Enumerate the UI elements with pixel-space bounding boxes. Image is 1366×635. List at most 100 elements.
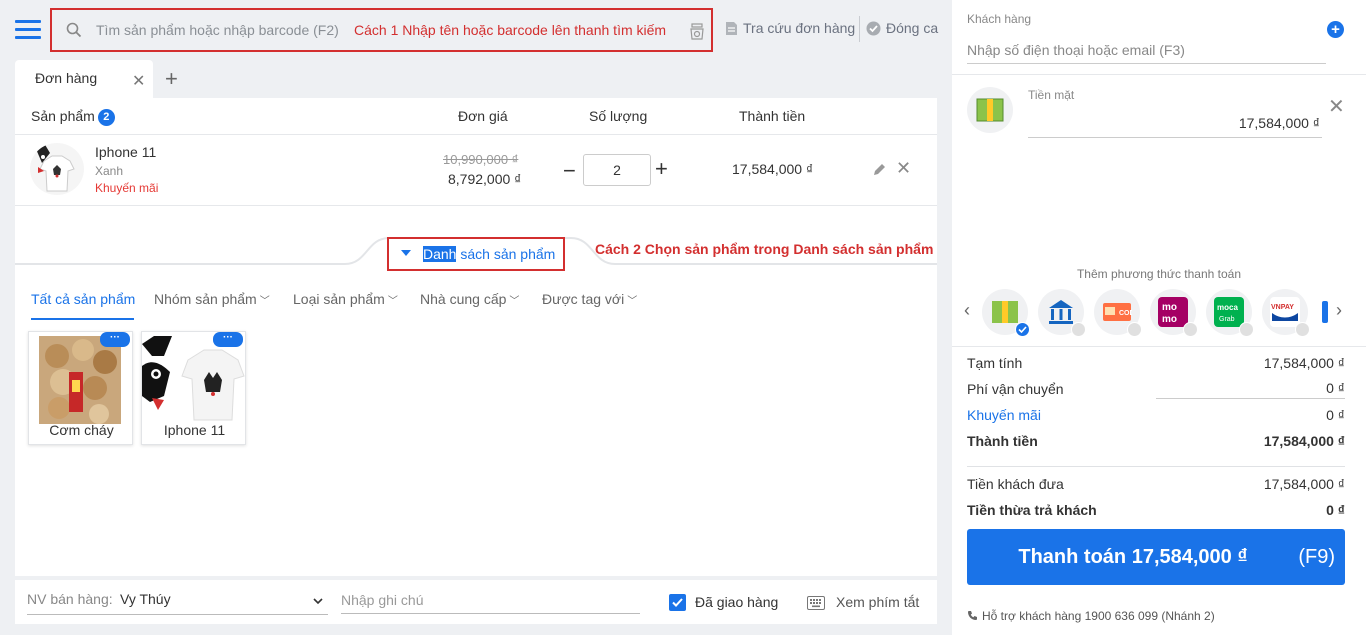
add-tab-button[interactable]: + [165,66,178,92]
svg-text:mo: mo [1162,302,1177,313]
svg-text:moca: moca [1217,303,1238,312]
cod-icon: COD [1102,297,1135,327]
filter-all-products[interactable]: Tất cả sản phẩm [31,291,135,307]
col-product: Sản phẩm 2 [31,108,115,126]
more-options-icon[interactable]: ··· [100,332,130,347]
checkout-panel: Khách hàng + Tiền mặt ✕ Thêm phương thức… [952,0,1366,635]
svg-text:Grab: Grab [1219,316,1235,323]
discount-value: 0 ₫ [1326,407,1345,423]
moca-icon: moca Grab [1214,297,1244,327]
unselected-check-icon [1239,322,1254,337]
product-list-toggle-label: Danh sách sản phẩm [423,246,555,262]
product-name[interactable]: Iphone 11 [95,144,156,160]
filter-label: Được tag với [542,291,625,307]
payment-method-momo[interactable]: mo mo [1150,289,1198,337]
toggle-label-highlight: Danh [423,246,457,262]
delivered-label: Đã giao hàng [695,594,779,610]
product-card-label: Iphone 11 [163,422,226,438]
remove-item-icon[interactable]: ✕ [896,158,911,179]
product-promo[interactable]: Khuyến mãi [95,181,158,195]
momo-icon: mo mo [1158,297,1188,327]
product-list-toggle[interactable]: Danh sách sản phẩm [387,237,565,271]
payment-method-vnpay[interactable]: VNPAY [1262,289,1310,337]
divider [1156,398,1345,399]
discount-link[interactable]: Khuyến mãi [967,407,1041,423]
cart-panel: Sản phẩm 2 Đơn giá Số lượng Thành tiền Ip… [15,98,937,576]
svg-text:COD: COD [1119,310,1132,317]
product-variant: Xanh [95,164,124,178]
decrease-qty-button[interactable]: − [563,158,576,184]
tab-order[interactable]: Đơn hàng ✕ [15,60,153,98]
tab-order-label: Đơn hàng [35,70,98,86]
shortcuts-link[interactable]: Xem phím tắt [836,594,919,610]
payment-method-cod[interactable]: COD [1094,289,1142,337]
support-text: Hỗ trợ khách hàng 1900 636 099 (Nhánh 2) [982,609,1215,623]
order-lookup-button[interactable]: Tra cứu đơn hàng [725,20,855,36]
change-value: 0 ₫ [1326,502,1345,518]
payment-method-bank[interactable] [1038,289,1086,337]
toggle-label-rest: sách sản phẩm [456,246,556,262]
salesperson-label: NV bán hàng: [27,591,113,607]
increase-qty-button[interactable]: + [655,156,668,182]
keyboard-icon[interactable] [807,596,825,613]
add-customer-button[interactable]: + [1327,21,1344,38]
svg-text:mo: mo [1162,314,1177,325]
filter-label: Nhà cung cấp [420,291,507,307]
divider [15,205,937,206]
original-price: 10,990,000 ₫ [443,152,519,167]
remove-payment-icon[interactable]: ✕ [1328,94,1345,119]
product-filters: Tất cả sản phẩm Nhóm sản phẩm ﹀ Loại sản … [15,283,937,320]
filter-supplier[interactable]: Nhà cung cấp ﹀ [420,291,519,307]
col-product-label: Sản phẩm [31,108,95,124]
payment-method-moca[interactable]: moca Grab [1206,289,1254,337]
payment-method-cash[interactable] [982,289,1030,337]
filter-tagged[interactable]: Được tag với ﹀ [542,291,637,307]
edit-icon[interactable] [873,162,887,179]
barcode-scale-icon[interactable] [689,23,705,43]
divider [952,74,1366,75]
chevron-down-icon: ﹀ [509,296,520,307]
pay-button[interactable]: Thanh toán 17,584,000 ₫ (F9) [967,529,1345,585]
close-tab-icon[interactable]: ✕ [132,71,145,91]
search-input[interactable] [96,18,346,42]
col-qty: Số lượng [589,108,648,124]
salesperson-select[interactable]: Vy Thúy [120,591,171,607]
customer-search-input[interactable] [967,36,1326,64]
payment-method-more[interactable] [1318,289,1328,335]
product-card[interactable]: Iphone 11 ··· [141,331,246,445]
menu-icon[interactable] [15,20,41,40]
search-box[interactable]: Cách 1 Nhập tên hoặc barcode lên thanh t… [50,8,713,52]
chevron-down-icon: ﹀ [387,296,398,307]
svg-text:VNPAY: VNPAY [1271,304,1294,311]
product-image [142,336,245,424]
phone-icon [968,611,977,620]
close-shift-button[interactable]: Đóng ca [866,20,938,36]
search-hint: Cách 1 Nhập tên hoặc barcode lên thanh t… [354,22,667,38]
document-icon [726,21,737,35]
filter-product-group[interactable]: Nhóm sản phẩm ﹀ [154,291,270,307]
note-input[interactable] [341,586,640,614]
chevron-left-icon[interactable]: ‹ [964,300,970,321]
delivered-checkbox[interactable] [669,594,686,611]
cash-amount-input[interactable] [1028,108,1322,138]
vnpay-icon: VNPAY [1270,297,1300,327]
product-card[interactable]: Cơm cháy ··· [28,331,133,445]
chevron-down-icon[interactable] [313,592,323,608]
product-thumbnail [30,143,84,195]
chevron-right-icon[interactable]: › [1336,300,1342,321]
filter-label: Loại sản phẩm [293,291,385,307]
paid-value: 17,584,000 ₫ [1263,476,1345,492]
filter-product-type[interactable]: Loại sản phẩm ﹀ [293,291,398,307]
subtotal-label: Tạm tính [967,355,1023,371]
more-options-icon[interactable]: ··· [213,332,243,347]
selected-check-icon [1015,322,1030,337]
customer-label: Khách hàng [967,12,1032,26]
shipping-value[interactable]: 0 ₫ [1326,380,1345,396]
quantity-input[interactable] [583,154,651,186]
active-filter-underline [31,318,134,320]
product-count-badge: 2 [97,109,115,126]
payment-method-partial-icon [1322,301,1328,323]
product-list-hint: Cách 2 Chọn sản phẩm trong Danh sách sản… [595,241,934,257]
product-image [39,336,121,424]
check-circle-icon [866,21,881,35]
